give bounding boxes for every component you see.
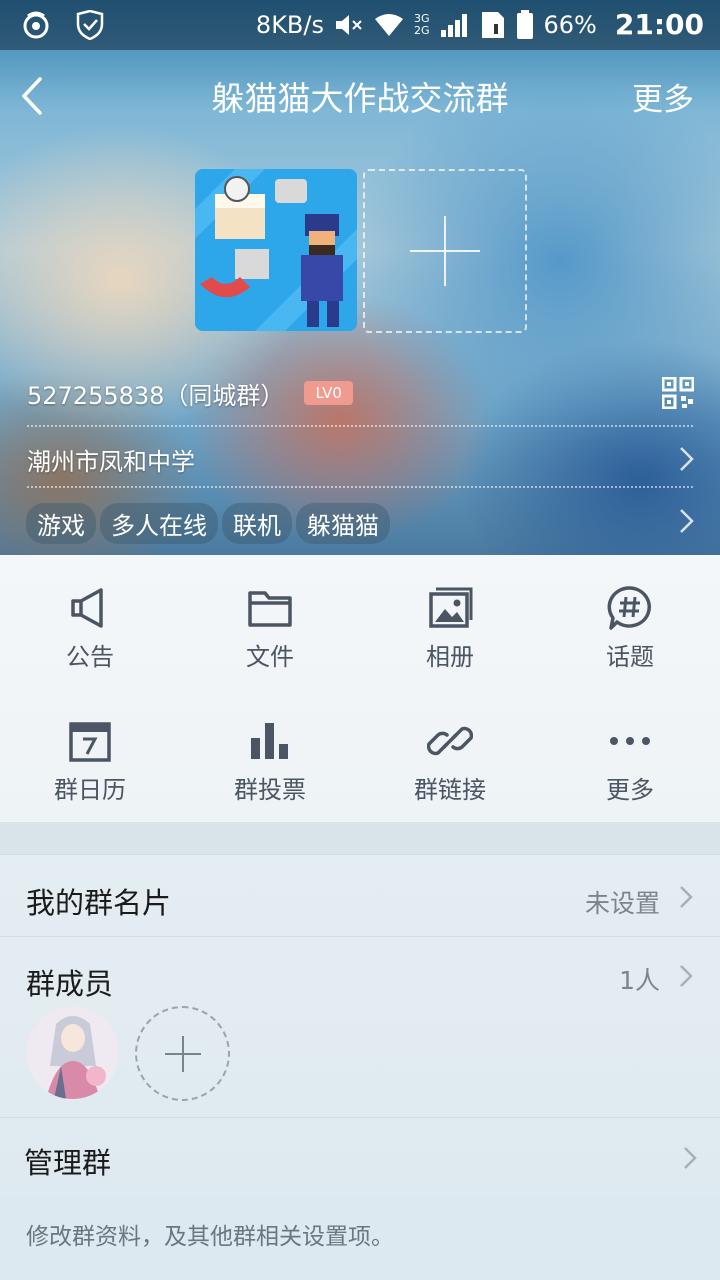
tag: 游戏: [26, 503, 96, 544]
qr-code-icon[interactable]: [662, 377, 694, 409]
page-title: 躲猫猫大作战交流群: [211, 79, 509, 118]
calendar-button[interactable]: 群日历: [0, 718, 180, 805]
divider: [27, 425, 693, 427]
feature-label: 话题: [606, 643, 654, 671]
feature-grid: 公告 文件 相册 话题 群日历 群投票 群链接 更多: [0, 555, 720, 822]
row-label: 群成员: [26, 967, 114, 1001]
feature-label: 群日历: [54, 776, 126, 804]
network-speed: 8KB/s: [255, 10, 324, 39]
battery-level: 66%: [543, 10, 597, 39]
link-icon: [427, 726, 473, 756]
album-icon: [429, 587, 473, 628]
more-features-button[interactable]: 更多: [540, 718, 720, 805]
tag: 多人在线: [100, 503, 218, 544]
signal-icon: [440, 13, 467, 37]
link-button[interactable]: 群链接: [360, 718, 540, 805]
tag: 联机: [222, 503, 292, 544]
divider: [27, 486, 693, 488]
more-button[interactable]: 更多: [632, 74, 694, 119]
group-id-row: 527255838（同城群） LV0: [27, 373, 353, 413]
more-dots-icon: [610, 737, 650, 745]
level-badge: LV0: [304, 381, 353, 405]
my-group-card-row[interactable]: 我的群名片 未设置: [0, 854, 720, 937]
network-type-bottom: 2G: [413, 23, 430, 37]
wifi-icon: [374, 13, 403, 36]
vote-button[interactable]: 群投票: [180, 718, 360, 805]
status-bar: 8KB/s 3G 2G 66% 21:00: [0, 0, 720, 50]
topic-button[interactable]: 话题: [540, 585, 720, 672]
files-button[interactable]: 文件: [180, 585, 360, 672]
row-label: 管理群: [24, 1146, 112, 1180]
feature-label: 群投票: [234, 776, 306, 804]
member-avatar[interactable]: [26, 1006, 119, 1099]
clock: 21:00: [614, 8, 704, 41]
tag: 躲猫猫: [296, 503, 390, 544]
manage-group-row[interactable]: 管理群: [0, 1117, 720, 1198]
feature-label: 文件: [246, 643, 294, 671]
chevron-right-icon: [680, 886, 693, 908]
hint-text: 修改群资料，及其他群相关设置项。: [26, 1224, 394, 1250]
chevron-right-icon: [680, 965, 693, 987]
network-type-top: 3G: [413, 11, 430, 25]
feature-label: 更多: [606, 776, 654, 804]
section-divider: [0, 822, 720, 854]
add-member-button[interactable]: [135, 1006, 230, 1101]
chevron-right-icon: [680, 447, 694, 471]
feature-label: 相册: [426, 643, 474, 671]
add-group-photo-button[interactable]: [363, 169, 527, 333]
app-logo-icon: [23, 11, 49, 39]
group-avatar[interactable]: [195, 169, 357, 331]
row-label: 我的群名片: [26, 886, 172, 920]
topic-icon: [607, 586, 651, 630]
group-id: 527255838（同城群）: [27, 381, 285, 410]
megaphone-icon: [71, 588, 103, 628]
sim-card-icon: [481, 11, 504, 38]
feature-label: 群链接: [414, 776, 486, 804]
location-row[interactable]: 潮州市凤和中学: [27, 437, 195, 481]
battery-icon: [516, 9, 533, 39]
row-value: 1人: [619, 966, 660, 995]
announcement-button[interactable]: 公告: [0, 585, 180, 672]
album-button[interactable]: 相册: [360, 585, 540, 672]
settings-hint: 修改群资料，及其他群相关设置项。: [0, 1197, 720, 1280]
folder-icon: [248, 591, 292, 627]
chevron-right-icon: [680, 509, 694, 533]
shield-mail-icon: [76, 10, 104, 40]
group-location: 潮州市凤和中学: [27, 447, 195, 476]
nav-bar: 躲猫猫大作战交流群 更多: [0, 50, 720, 142]
chevron-right-icon: [684, 1147, 697, 1169]
mute-icon: [335, 14, 362, 35]
bar-chart-icon: [251, 723, 288, 759]
calendar-icon: [69, 722, 111, 762]
row-value: 未设置: [584, 889, 660, 918]
feature-label: 公告: [66, 643, 114, 671]
tag-list[interactable]: 游戏 多人在线 联机 躲猫猫: [26, 503, 390, 544]
